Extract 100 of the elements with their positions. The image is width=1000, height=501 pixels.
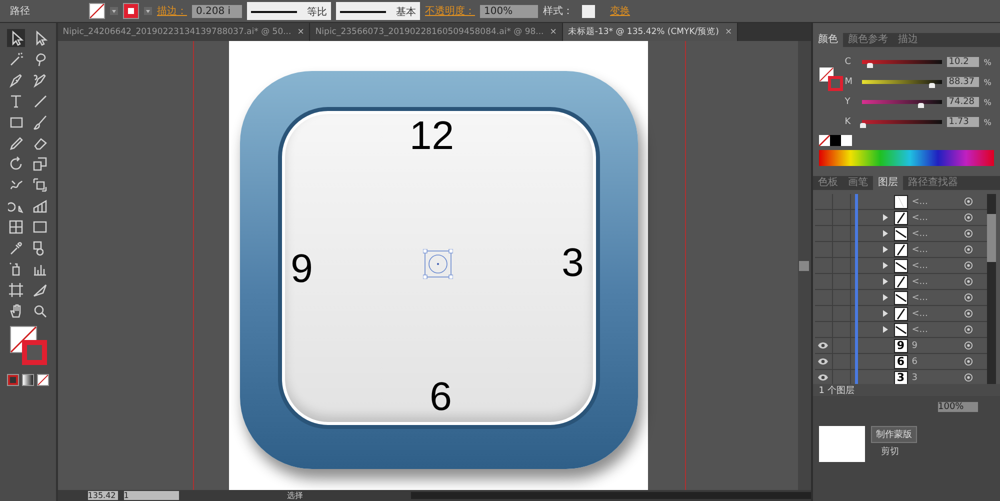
- layer-row[interactable]: 9 9: [814, 338, 987, 354]
- mesh-icon[interactable]: [6, 218, 25, 236]
- color-swatch[interactable]: [840, 135, 852, 146]
- expand-triangle-icon[interactable]: [882, 294, 888, 301]
- clock-number: 9: [290, 249, 313, 289]
- eye-icon[interactable]: [818, 342, 828, 349]
- layer-thumbnail: [894, 210, 908, 224]
- artboard-icon[interactable]: [6, 281, 25, 299]
- layer-thumbnail: 9: [894, 338, 908, 352]
- color-swatch[interactable]: [830, 135, 841, 146]
- caret-icon[interactable]: [144, 7, 152, 15]
- expand-triangle-icon[interactable]: [882, 310, 888, 317]
- opacity-field[interactable]: 100%: [480, 4, 538, 18]
- document-tab[interactable]: Nipic_24206642_20190223134139788037.ai* @ 50... ×: [58, 23, 310, 41]
- none-swatch[interactable]: [818, 135, 830, 146]
- channel-value-field[interactable]: 88.37: [946, 77, 979, 87]
- profile-dropdown[interactable]: 等比: [247, 2, 331, 20]
- slider-thumb[interactable]: [866, 63, 873, 68]
- layer-row[interactable]: <...: [814, 322, 987, 338]
- layer-row[interactable]: <...: [814, 274, 987, 290]
- expand-triangle-icon[interactable]: [882, 278, 888, 285]
- eye-icon[interactable]: [818, 374, 828, 381]
- layer-thumbnail: [894, 258, 908, 272]
- opacity-link[interactable]: 不透明度：: [425, 4, 475, 18]
- layer-row[interactable]: <...: [814, 194, 987, 210]
- layer-thumbnail: 6: [894, 354, 908, 368]
- clock-number: 3: [562, 243, 584, 283]
- artboard-field[interactable]: 1: [124, 491, 179, 500]
- close-icon[interactable]: ×: [297, 23, 304, 41]
- layer-name: <...: [910, 292, 929, 302]
- brush-dropdown[interactable]: 基本: [336, 2, 420, 20]
- channel-label: Y: [844, 97, 852, 107]
- expand-triangle-icon[interactable]: [882, 262, 888, 269]
- layer-row[interactable]: <...: [814, 258, 987, 274]
- stroke-weight-field[interactable]: 0.208 i: [192, 4, 242, 18]
- layer-name: <...: [910, 260, 929, 270]
- channel-label: K: [844, 117, 852, 127]
- panel-tab[interactable]: 色板: [812, 176, 843, 190]
- layer-thumbnail: [894, 194, 908, 208]
- close-icon[interactable]: ×: [724, 23, 732, 41]
- color-mode-icon[interactable]: [6, 374, 19, 386]
- layer-name: <...: [910, 324, 929, 334]
- channel-label: M: [844, 77, 854, 87]
- close-icon[interactable]: ×: [550, 23, 557, 41]
- channel-label: C: [844, 57, 852, 67]
- panel-tab[interactable]: 描边: [892, 33, 923, 47]
- panel-tab[interactable]: 路径查找器: [902, 176, 963, 190]
- layer-name: <...: [910, 196, 929, 206]
- layer-thumbnail: [894, 306, 908, 320]
- expand-triangle-icon[interactable]: [882, 246, 888, 253]
- zoom-field[interactable]: 135.42: [88, 491, 118, 500]
- expand-triangle-icon[interactable]: [882, 326, 888, 333]
- panel-tab[interactable]: 颜色: [812, 33, 843, 47]
- layer-thumbnail: 3: [894, 370, 908, 384]
- caret-icon[interactable]: [110, 7, 118, 15]
- layer-row[interactable]: <...: [814, 242, 987, 258]
- channel-value-field[interactable]: 10.2: [946, 57, 979, 67]
- stroke-link[interactable]: 描边：: [157, 4, 187, 18]
- channel-value-field[interactable]: 1.73: [946, 117, 979, 127]
- percent-label: %: [984, 98, 992, 106]
- opacity-field[interactable]: 100%: [938, 402, 978, 412]
- gradient-mode-icon[interactable]: [22, 374, 34, 386]
- scrollbar[interactable]: [798, 41, 811, 490]
- slider-thumb[interactable]: [929, 83, 936, 88]
- layer-row[interactable]: <...: [814, 210, 987, 226]
- clip-label: 剪切: [880, 446, 900, 458]
- layer-row[interactable]: <...: [814, 290, 987, 306]
- scale-icon[interactable]: [30, 155, 49, 173]
- layer-count: 1 个图层: [818, 386, 854, 396]
- layer-row[interactable]: 6 6: [814, 354, 987, 370]
- percent-label: %: [984, 118, 992, 126]
- slider-thumb[interactable]: [918, 103, 924, 108]
- selection-bounding-box[interactable]: [422, 249, 453, 279]
- panel-tab[interactable]: 图层: [872, 176, 903, 190]
- document-tab[interactable]: Nipic_23566073_20190228160509458084.ai* @ 98... ×: [310, 23, 563, 41]
- eye-icon[interactable]: [818, 358, 828, 365]
- channel-value-field[interactable]: 74.28: [946, 97, 979, 107]
- make-mask-button[interactable]: 制作蒙版: [870, 426, 917, 443]
- perspective-grid-icon[interactable]: [30, 197, 49, 215]
- panel-tab[interactable]: 画笔: [842, 176, 873, 190]
- panel-tab[interactable]: 颜色参考: [842, 33, 893, 47]
- free-transform-icon[interactable]: [30, 176, 49, 194]
- fill-stroke-icon[interactable]: [818, 67, 843, 91]
- scrollbar[interactable]: [410, 492, 811, 499]
- expand-triangle-icon[interactable]: [882, 214, 888, 221]
- mask-thumbnail: [818, 426, 865, 462]
- style-swatch[interactable]: [582, 4, 595, 18]
- layer-row[interactable]: <...: [814, 306, 987, 322]
- fill-swatch[interactable]: [89, 3, 105, 19]
- layer-row[interactable]: <...: [814, 226, 987, 242]
- layer-name: <...: [910, 244, 929, 254]
- stroke-swatch[interactable]: [123, 3, 139, 19]
- slider-thumb[interactable]: [860, 123, 866, 128]
- document-tab[interactable]: 未标题-13* @ 135.42% (CMYK/预览) ×: [562, 23, 738, 41]
- transform-link[interactable]: 变换: [610, 4, 630, 18]
- color-spectrum[interactable]: [818, 150, 994, 166]
- expand-triangle-icon[interactable]: [882, 230, 888, 237]
- none-mode-icon[interactable]: [36, 374, 49, 386]
- layer-name: 6: [910, 356, 918, 366]
- scrollbar[interactable]: [987, 194, 996, 384]
